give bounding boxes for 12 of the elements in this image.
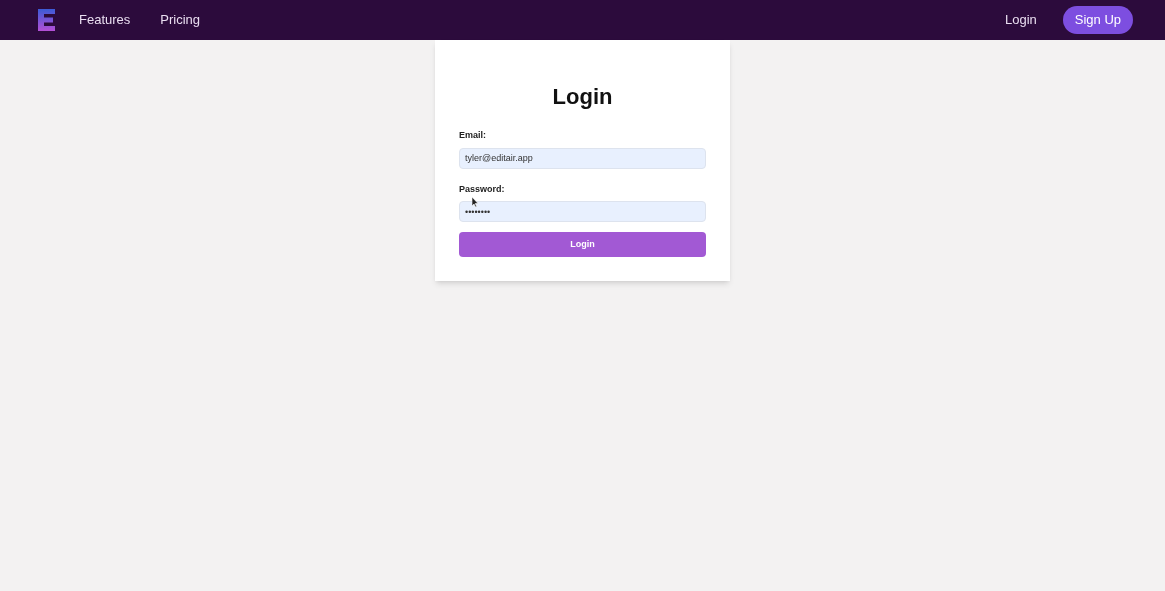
sign-up-button[interactable]: Sign Up [1062,6,1133,34]
input-field[interactable]: •••••••• [459,201,706,222]
login-button[interactable]: Login [459,232,706,257]
field-label: Password: [459,182,505,196]
form-title: Login [551,83,614,111]
field-label: Email: [459,129,486,142]
input-field[interactable]: tyler@editair.app [459,147,706,169]
logo-icon[interactable] [38,9,55,31]
login-link[interactable]: Login [1004,10,1037,30]
nav-link[interactable]: Pricing [160,10,201,30]
nav-link[interactable]: Features [79,10,131,30]
mouse-pointer-icon [472,197,479,207]
